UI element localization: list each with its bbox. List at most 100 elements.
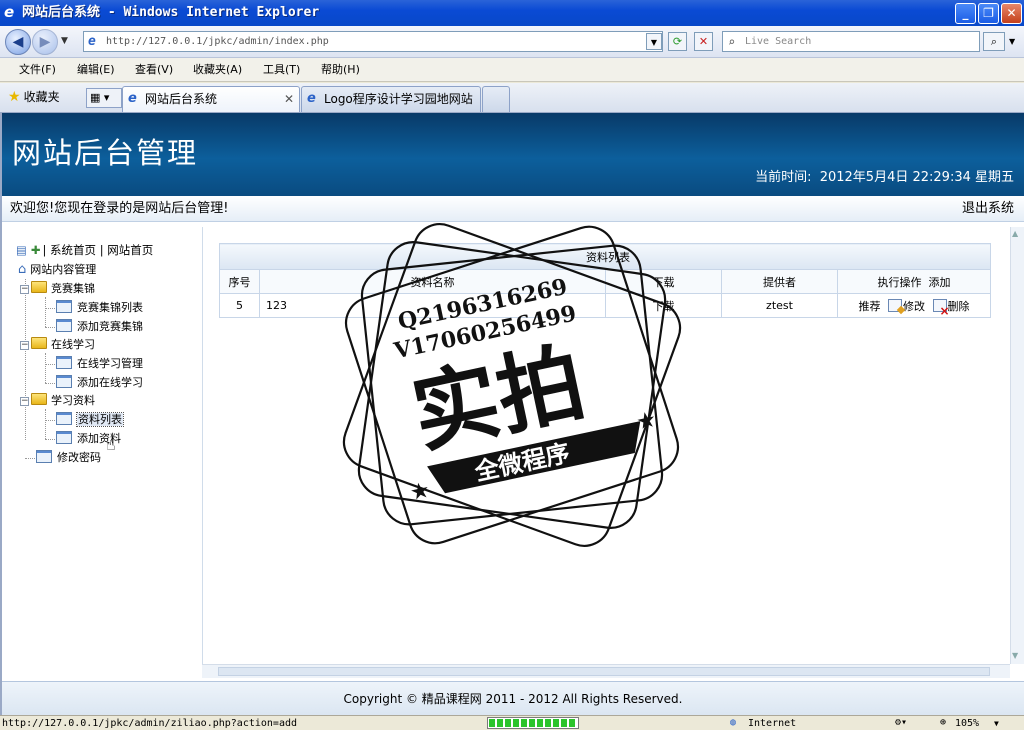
minimize-button[interactable]: _ <box>955 3 976 24</box>
table-caption-row: 资料列表 <box>219 243 991 270</box>
window-title: 网站后台系统 - Windows Internet Explorer <box>22 5 320 20</box>
tree-group-competition[interactable]: − 竞赛集锦 <box>20 280 95 298</box>
menu-edit[interactable]: 编辑(E) <box>77 63 115 77</box>
page-icon: e <box>128 91 137 106</box>
collapse-icon[interactable]: − <box>20 397 29 406</box>
maximize-button[interactable]: ❐ <box>978 3 999 24</box>
tree-line <box>25 279 26 440</box>
page-icon: e <box>88 34 96 49</box>
search-placeholder: Live Search <box>745 36 812 47</box>
status-url: http://127.0.0.1/jpkc/admin/ziliao.php?a… <box>2 718 298 729</box>
menu-tools[interactable]: 工具(T) <box>263 63 300 77</box>
zoom-level[interactable]: 105% <box>955 717 979 730</box>
cell-download[interactable]: 下载 <box>605 293 722 318</box>
tree-item-materials-list[interactable]: 资料列表 <box>56 411 124 429</box>
top-links[interactable]: | 系统首页 | 网站首页 <box>43 243 154 257</box>
tab-label: Logo程序设计学习园地网站 <box>324 92 473 106</box>
search-input[interactable]: ⌕ Live Search <box>722 31 980 52</box>
progress-bar <box>487 717 579 729</box>
tree-group-materials[interactable]: − 学习资料 <box>20 392 95 410</box>
header-actions-label: 执行操作 <box>877 275 922 289</box>
zoom-icon: ⊕ <box>940 717 947 728</box>
ie-logo-icon: e <box>4 3 15 21</box>
globe-icon: ◍ <box>730 717 737 728</box>
page-icon <box>56 300 72 313</box>
close-button[interactable]: ✕ <box>1001 3 1022 24</box>
tree-item-add-competition[interactable]: 添加竞赛集锦 <box>56 318 143 336</box>
tab-site-admin[interactable]: e 网站后台系统 ✕ <box>122 86 300 112</box>
tree-item-online-learning-manage[interactable]: 在线学习管理 <box>56 355 143 373</box>
progress-fill <box>489 719 577 727</box>
page-footer: Copyright © 精品课程网 2011 - 2012 All Rights… <box>2 681 1024 715</box>
collapse-icon[interactable]: − <box>20 341 29 350</box>
site-title: 网站后台管理 <box>12 136 199 170</box>
cell-name: 123 <box>259 293 606 318</box>
history-dropdown-icon[interactable]: ▼ <box>61 36 68 46</box>
current-time: 当前时间: 2012年5月4日 22:29:34 星期五 <box>755 169 1014 187</box>
tree-item-add-online-learning[interactable]: 添加在线学习 <box>56 374 143 392</box>
tree-root[interactable]: ⌂ 网站内容管理 <box>18 261 96 279</box>
add-link[interactable]: 添加 <box>929 276 951 289</box>
menu-bar: 文件(F) 编辑(E) 查看(V) 收藏夹(A) 工具(T) 帮助(H) <box>0 58 1024 82</box>
address-toolbar: ◀ ▶ ▼ e http://127.0.0.1/jpkc/admin/inde… <box>0 26 1024 58</box>
edit-link[interactable]: 修改 <box>903 300 925 313</box>
tree-item-change-password[interactable]: 修改密码 <box>36 449 101 467</box>
refresh-icon[interactable]: ⟳ <box>668 32 687 51</box>
welcome-bar: 欢迎您!您现在登录的是网站后台管理! 退出系统 <box>2 196 1024 222</box>
menu-file[interactable]: 文件(F) <box>19 63 56 77</box>
menu-view[interactable]: 查看(V) <box>135 63 173 77</box>
tree-line <box>45 383 55 384</box>
stop-icon[interactable]: ✕ <box>694 32 713 51</box>
scroll-down-icon[interactable]: ▼ <box>1012 651 1018 660</box>
page-icon <box>56 412 72 425</box>
cell-provider: ztest <box>721 293 838 318</box>
menu-favorites[interactable]: 收藏夹(A) <box>193 63 242 77</box>
scroll-thumb[interactable] <box>218 667 990 676</box>
item-label: 竞赛集锦列表 <box>77 301 143 314</box>
header-download: 下载 <box>605 269 722 294</box>
forward-button[interactable]: ▶ <box>32 29 58 55</box>
folder-icon <box>31 337 47 349</box>
delete-icon <box>932 298 950 316</box>
logout-link[interactable]: 退出系统 <box>962 201 1014 217</box>
vertical-scrollbar[interactable]: ▲ ▼ <box>1010 227 1024 664</box>
favorites-label: 收藏夹 <box>23 90 60 104</box>
tab-logo-site[interactable]: e Logo程序设计学习园地网站 <box>301 86 481 112</box>
group-label: 学习资料 <box>51 394 95 407</box>
page-icon <box>56 375 72 388</box>
horizontal-scrollbar[interactable] <box>202 664 1010 678</box>
top-links-row: ▤ ✚ | 系统首页 | 网站首页 <box>16 241 153 259</box>
header-actions: 执行操作 添加 <box>837 269 991 294</box>
address-input[interactable]: e http://127.0.0.1/jpkc/admin/index.php <box>83 31 663 52</box>
quick-tabs-button[interactable]: ▦ ▾ <box>86 88 122 108</box>
collapse-icon[interactable]: − <box>20 285 29 294</box>
scroll-up-icon[interactable]: ▲ <box>1012 229 1018 238</box>
sidebar-tree: ▤ ✚ | 系统首页 | 网站首页 ⌂ 网站内容管理 − 竞赛集锦 竞赛集锦列表 添加竞… <box>2 227 201 679</box>
favorites-button[interactable]: ★ 收藏夹 <box>8 89 60 105</box>
address-dropdown-icon[interactable]: ▼ <box>646 33 662 50</box>
item-label: 在线学习管理 <box>77 357 143 370</box>
search-go-icon[interactable]: ⌕ <box>983 32 1005 51</box>
tree-item-competition-list[interactable]: 竞赛集锦列表 <box>56 299 143 317</box>
status-zone: Internet <box>748 718 797 729</box>
item-label: 资料列表 <box>76 412 124 427</box>
back-button[interactable]: ◀ <box>5 29 31 55</box>
web-page: 网站后台管理 当前时间: 2012年5月4日 22:29:34 星期五 欢迎您!… <box>0 113 1024 715</box>
delete-link[interactable]: 删除 <box>948 300 970 313</box>
header-id: 序号 <box>219 269 260 294</box>
item-label: 添加竞赛集锦 <box>77 320 143 333</box>
page-icon: e <box>307 91 316 106</box>
address-url: http://127.0.0.1/jpkc/admin/index.php <box>106 36 329 47</box>
tree-line <box>45 297 46 327</box>
recommend-link[interactable]: 推荐 <box>859 300 881 313</box>
search-options-icon[interactable]: ▼ <box>1009 37 1015 46</box>
zoom-dropdown-icon[interactable]: ▼ <box>994 717 999 730</box>
status-bar: http://127.0.0.1/jpkc/admin/ziliao.php?a… <box>0 715 1024 729</box>
tree-group-online-learning[interactable]: − 在线学习 <box>20 336 95 354</box>
tree-line <box>45 308 55 309</box>
new-tab-button[interactable] <box>482 86 510 112</box>
close-tab-icon[interactable]: ✕ <box>284 87 294 111</box>
menu-help[interactable]: 帮助(H) <box>321 63 360 77</box>
protected-mode-icon[interactable]: ⚙▾ <box>895 716 907 729</box>
table-row: 5 123 下载 ztest 推荐 修改 删除 <box>219 293 991 318</box>
